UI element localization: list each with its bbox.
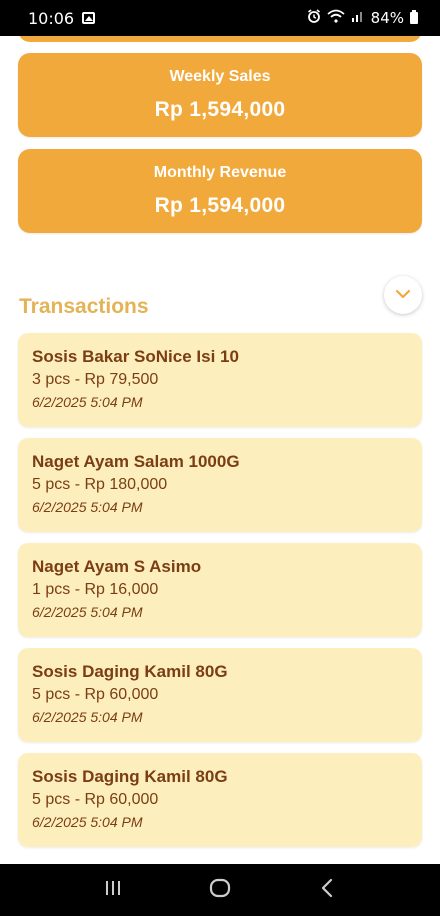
chevron-down-icon <box>395 286 411 304</box>
image-icon <box>82 12 96 24</box>
recents-icon <box>103 879 123 902</box>
battery-percent: 84% <box>370 9 404 27</box>
system-nav-bar <box>0 864 440 916</box>
transaction-card[interactable]: Sosis Bakar SoNice Isi 10 3 pcs - Rp 79,… <box>18 333 422 427</box>
weekly-sales-card: Weekly Sales Rp 1,594,000 <box>18 53 422 137</box>
transaction-name: Sosis Daging Kamil 80G <box>32 662 228 681</box>
monthly-revenue-value: Rp 1,594,000 <box>154 194 286 217</box>
transaction-detail: 1 pcs - Rp 16,000 <box>32 581 159 598</box>
transaction-name: Naget Ayam S Asimo <box>32 557 202 576</box>
transaction-card[interactable]: Naget Ayam S Asimo 1 pcs - Rp 16,000 6/2… <box>18 543 422 637</box>
transaction-time: 6/2/2025 5:04 PM <box>32 604 143 620</box>
transaction-detail: 5 pcs - Rp 60,000 <box>32 686 159 703</box>
home-icon <box>209 878 231 903</box>
transaction-time: 6/2/2025 5:04 PM <box>32 394 143 410</box>
weekly-sales-value: Rp 1,594,000 <box>154 98 286 121</box>
previous-stat-card <box>18 36 422 42</box>
collapse-button[interactable] <box>384 276 422 314</box>
transaction-time: 6/2/2025 5:04 PM <box>32 814 143 830</box>
transactions-title: Transactions <box>19 295 149 318</box>
transaction-card[interactable]: Naget Ayam Salam 1000G 5 pcs - Rp 180,00… <box>18 438 422 532</box>
status-time: 10:06 <box>28 8 75 28</box>
weekly-sales-label: Weekly Sales <box>169 68 271 85</box>
back-icon <box>320 878 334 903</box>
monthly-revenue-card: Monthly Revenue Rp 1,594,000 <box>18 149 422 233</box>
wifi-icon <box>327 9 345 27</box>
transaction-detail: 5 pcs - Rp 180,000 <box>32 476 168 493</box>
transaction-name: Naget Ayam Salam 1000G <box>32 452 240 471</box>
back-button[interactable] <box>307 870 347 910</box>
status-bar: 10:06 84% <box>0 0 440 36</box>
transaction-time: 6/2/2025 5:04 PM <box>32 709 143 725</box>
transaction-time: 6/2/2025 5:04 PM <box>32 499 143 515</box>
signal-icon <box>351 9 365 27</box>
transaction-card[interactable]: Sosis Daging Kamil 80G 5 pcs - Rp 60,000… <box>18 753 422 847</box>
transaction-detail: 3 pcs - Rp 79,500 <box>32 371 159 388</box>
transaction-name: Sosis Bakar SoNice Isi 10 <box>32 347 239 366</box>
recents-button[interactable] <box>93 870 133 910</box>
monthly-revenue-label: Monthly Revenue <box>153 164 287 181</box>
battery-icon <box>410 10 418 24</box>
transaction-card[interactable]: Sosis Daging Kamil 80G 5 pcs - Rp 60,000… <box>18 648 422 742</box>
alarm-icon <box>307 9 321 27</box>
home-button[interactable] <box>200 870 240 910</box>
transaction-detail: 5 pcs - Rp 60,000 <box>32 791 159 808</box>
transaction-name: Sosis Daging Kamil 80G <box>32 767 228 786</box>
main-content: Weekly Sales Rp 1,594,000 Monthly Revenu… <box>0 36 440 864</box>
